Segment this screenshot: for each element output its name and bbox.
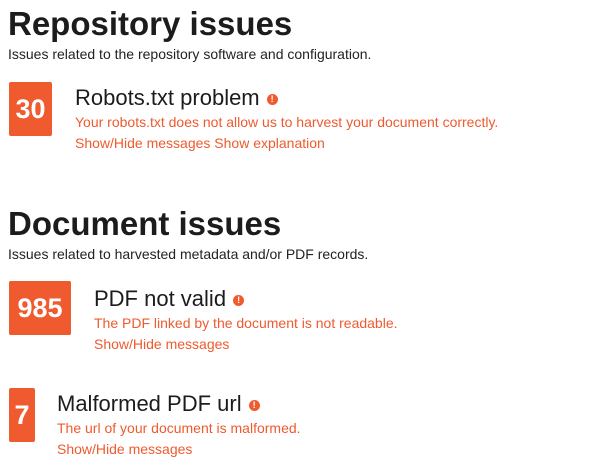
issue-pdf-not-valid: 985 PDF not valid ! The PDF linked by th… xyxy=(9,281,599,361)
issue-robots-txt: 30 Robots.txt problem ! Your robots.txt … xyxy=(9,82,599,162)
document-issues-section: Document issues Issues related to harves… xyxy=(8,206,368,263)
issue-title: Robots.txt problem ! xyxy=(75,84,498,112)
document-issues-heading: Document issues xyxy=(8,205,282,242)
repository-issues-section: Repository issues Issues related to the … xyxy=(8,6,371,63)
issue-title-text: Malformed PDF url xyxy=(57,391,242,416)
issue-title: Malformed PDF url ! xyxy=(57,390,301,418)
show-hide-messages-link[interactable]: Show/Hide messages xyxy=(75,135,210,151)
issue-links: Show/Hide messages xyxy=(94,334,398,355)
exclamation-circle-icon: ! xyxy=(266,94,278,105)
issue-title: PDF not valid ! xyxy=(94,285,398,313)
exclamation-circle-icon: ! xyxy=(248,400,260,411)
issue-links: Show/Hide messages Show explanation xyxy=(75,133,498,154)
document-issues-description: Issues related to harvested metadata and… xyxy=(8,246,369,262)
repository-issues-heading: Repository issues xyxy=(8,5,293,42)
show-hide-messages-link[interactable]: Show/Hide messages xyxy=(94,336,229,352)
repository-issues-description: Issues related to the repository softwar… xyxy=(8,46,372,62)
issue-links: Show/Hide messages xyxy=(57,439,301,460)
issue-title-text: PDF not valid xyxy=(94,286,227,311)
issue-message: Your robots.txt does not allow us to har… xyxy=(75,114,499,130)
issue-body: Robots.txt problem ! Your robots.txt doe… xyxy=(75,84,498,154)
issue-malformed-pdf-url: 7 Malformed PDF url ! The url of your do… xyxy=(9,388,599,467)
show-explanation-link[interactable]: Show explanation xyxy=(214,135,325,151)
issue-count-badge: 30 xyxy=(9,82,52,136)
issue-message: The PDF linked by the document is not re… xyxy=(94,315,398,331)
issue-body: Malformed PDF url ! The url of your docu… xyxy=(57,390,301,460)
issue-message: The url of your document is malformed. xyxy=(57,420,301,436)
issue-body: PDF not valid ! The PDF linked by the do… xyxy=(94,285,398,355)
show-hide-messages-link[interactable]: Show/Hide messages xyxy=(57,441,192,457)
issue-count-badge: 985 xyxy=(9,281,71,335)
exclamation-circle-icon: ! xyxy=(233,295,245,306)
issue-title-text: Robots.txt problem xyxy=(75,85,260,110)
issue-count-badge: 7 xyxy=(9,388,35,442)
